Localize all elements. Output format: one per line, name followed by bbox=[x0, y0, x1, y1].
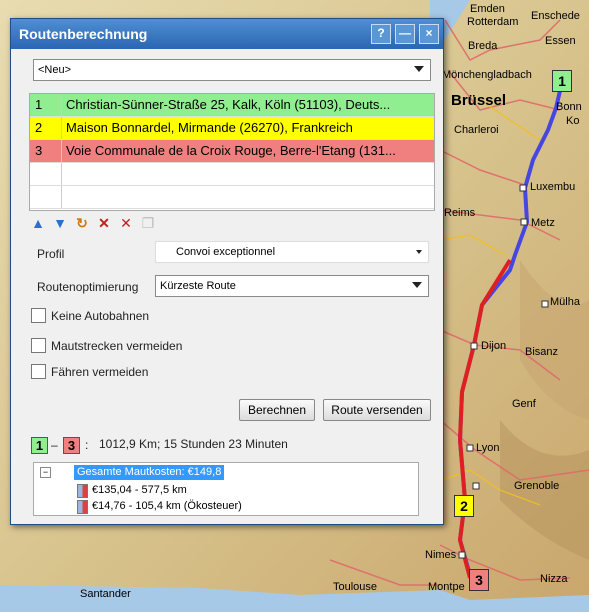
map-city-label: Lyon bbox=[476, 442, 500, 454]
route-select-value: <Neu> bbox=[38, 64, 72, 76]
map-city-label: Enschede bbox=[531, 10, 580, 22]
map-city-label: Mönchengladbach bbox=[442, 69, 532, 81]
dialog-title: Routenberechnung bbox=[19, 26, 148, 42]
toll-total[interactable]: Gesamte Mautkosten: €149,8 bbox=[74, 465, 225, 480]
no-highways-label: Keine Autobahnen bbox=[51, 309, 150, 323]
delete-all-icon[interactable]: ✕ bbox=[119, 215, 133, 231]
move-down-icon[interactable]: ▼ bbox=[53, 215, 67, 231]
dialog-titlebar[interactable]: Routenberechnung ? — × bbox=[11, 19, 443, 49]
stops-list[interactable]: 1 Christian-Sünner-Straße 25, Kalk, Köln… bbox=[29, 93, 435, 211]
map-city-label: Luxembu bbox=[530, 181, 576, 193]
help-button[interactable]: ? bbox=[371, 24, 391, 44]
toll-tree[interactable]: − Gesamte Mautkosten: €149,8 €135,04 - 5… bbox=[33, 462, 419, 516]
route-calculation-dialog: Routenberechnung ? — × <Neu> 1 Christian… bbox=[10, 18, 444, 525]
route-summary: 1012,9 Km; 15 Stunden 23 Minuten bbox=[99, 437, 288, 451]
stop-row[interactable]: 1 Christian-Sünner-Straße 25, Kalk, Köln… bbox=[30, 94, 434, 117]
map-city-label: Rotterdam bbox=[467, 16, 519, 28]
route-marker-start[interactable]: 1 bbox=[552, 70, 572, 92]
map-city-label: Bisanz bbox=[525, 346, 559, 358]
route-marker-end[interactable]: 3 bbox=[469, 569, 489, 591]
stops-toolbar: ▲ ▼ ↻ ✕ ✕ ❐ bbox=[31, 213, 155, 233]
summary-dash: – bbox=[51, 438, 58, 452]
map-city-label: Bonn bbox=[556, 101, 582, 113]
profil-value: Convoi exceptionnel bbox=[176, 246, 276, 258]
chevron-down-icon bbox=[412, 282, 422, 288]
toll-item[interactable]: €14,76 - 105,4 km (Ökosteuer) bbox=[92, 500, 242, 512]
copy-icon[interactable]: ❐ bbox=[141, 215, 155, 231]
tree-toggle-icon[interactable]: − bbox=[40, 467, 51, 478]
toll-item[interactable]: €135,04 - 577,5 km bbox=[92, 484, 187, 496]
avoid-ferries-label: Fähren vermeiden bbox=[51, 365, 149, 379]
map-city-label: Metz bbox=[531, 217, 555, 229]
stop-number: 3 bbox=[30, 140, 62, 162]
map-city-label: Montpe bbox=[428, 581, 465, 593]
map-city-label: Essen bbox=[545, 35, 576, 47]
map-city-label: Ko bbox=[566, 115, 580, 127]
route-optimization-value: Kürzeste Route bbox=[160, 280, 236, 292]
chevron-down-icon bbox=[416, 250, 422, 254]
map-city-label: Dijon bbox=[481, 340, 507, 352]
send-route-button[interactable]: Route versenden bbox=[323, 399, 431, 421]
summary-colon: : bbox=[85, 438, 89, 452]
summary-end-marker: 3 bbox=[63, 437, 80, 454]
stop-number: 1 bbox=[30, 94, 62, 116]
map-city-label: Nizza bbox=[540, 573, 568, 585]
route-marker-stop[interactable]: 2 bbox=[454, 495, 474, 517]
map-city-label: Emden bbox=[470, 3, 505, 15]
summary-start-marker: 1 bbox=[31, 437, 48, 454]
map-city-label: Breda bbox=[468, 40, 498, 52]
avoid-ferries-checkbox[interactable] bbox=[31, 364, 46, 379]
map-city-label: Nimes bbox=[425, 549, 457, 561]
map-city-label: Reims bbox=[444, 207, 476, 219]
avoid-tolls-label: Mautstrecken vermeiden bbox=[51, 339, 183, 353]
map-city-label: Genf bbox=[512, 398, 536, 410]
no-highways-checkbox[interactable] bbox=[31, 308, 46, 323]
empty-row[interactable] bbox=[30, 186, 434, 209]
map-city-label: Charleroi bbox=[454, 124, 499, 136]
stop-number: 2 bbox=[30, 117, 62, 139]
delete-stop-icon[interactable]: ✕ bbox=[97, 215, 111, 231]
route-select[interactable]: <Neu> bbox=[33, 59, 431, 81]
toll-icon bbox=[77, 484, 88, 498]
map-city-label: Grenoble bbox=[514, 480, 560, 492]
chevron-down-icon bbox=[414, 66, 424, 72]
route-optimization-select[interactable]: Kürzeste Route bbox=[155, 275, 429, 297]
toll-icon bbox=[77, 500, 88, 514]
map-city-label: Toulouse bbox=[333, 581, 378, 593]
stop-row[interactable]: 3 Voie Communale de la Croix Rouge, Berr… bbox=[30, 140, 434, 163]
stop-address: Christian-Sünner-Straße 25, Kalk, Köln (… bbox=[66, 97, 391, 112]
stop-address: Maison Bonnardel, Mirmande (26270), Fran… bbox=[66, 120, 353, 135]
empty-row[interactable] bbox=[30, 163, 434, 186]
close-button[interactable]: × bbox=[419, 24, 439, 44]
profil-label: Profil bbox=[37, 247, 65, 261]
map-city-label: Mülha bbox=[550, 296, 580, 308]
stop-address: Voie Communale de la Croix Rouge, Berre-… bbox=[66, 143, 396, 158]
move-up-icon[interactable]: ▲ bbox=[31, 215, 45, 231]
calculate-button[interactable]: Berechnen bbox=[239, 399, 315, 421]
route-optimization-label: Routenoptimierung bbox=[37, 280, 139, 294]
avoid-tolls-checkbox[interactable] bbox=[31, 338, 46, 353]
reverse-route-icon[interactable]: ↻ bbox=[75, 215, 89, 231]
map-city-label: Brüssel bbox=[451, 92, 507, 109]
profil-select[interactable]: Convoi exceptionnel bbox=[155, 241, 429, 263]
stop-row[interactable]: 2 Maison Bonnardel, Mirmande (26270), Fr… bbox=[30, 117, 434, 140]
map-city-label: Santander bbox=[80, 588, 131, 600]
minimize-button[interactable]: — bbox=[395, 24, 415, 44]
